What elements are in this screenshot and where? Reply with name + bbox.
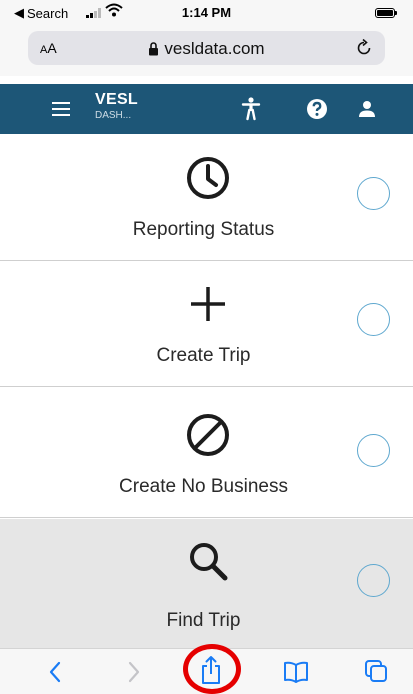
- brand[interactable]: VESL DASH...: [95, 91, 138, 121]
- find-trip-card[interactable]: Find Trip: [0, 519, 413, 648]
- plus-icon: [191, 287, 225, 321]
- card-radio-button[interactable]: [357, 177, 390, 210]
- card-label: Find Trip: [166, 610, 241, 631]
- create-trip-card[interactable]: Create Trip: [0, 262, 413, 387]
- brand-subtitle: DASH...: [95, 110, 132, 121]
- reporting-status-card[interactable]: Reporting Status: [0, 136, 413, 261]
- url-display[interactable]: vesldata.com: [28, 39, 385, 59]
- hamburger-menu-icon[interactable]: [52, 102, 70, 116]
- browser-address-area: AA vesldata.com: [0, 28, 413, 76]
- clock-icon: [187, 157, 229, 199]
- address-bar[interactable]: AA vesldata.com: [28, 31, 385, 65]
- card-radio-button[interactable]: [357, 303, 390, 336]
- status-bar: ◀ Search 1:14 PM: [0, 0, 413, 28]
- bookmarks-icon[interactable]: [283, 661, 309, 683]
- lock-icon: [149, 42, 159, 56]
- card-label: Create No Business: [119, 476, 288, 497]
- brand-title: VESL: [95, 91, 138, 108]
- accessibility-icon[interactable]: [241, 97, 261, 121]
- status-time: 1:14 PM: [181, 5, 232, 20]
- search-icon: [190, 543, 228, 581]
- user-account-icon[interactable]: [358, 100, 376, 118]
- browser-toolbar: [0, 648, 413, 694]
- create-no-business-card[interactable]: Create No Business: [0, 393, 413, 518]
- share-icon[interactable]: [200, 655, 222, 685]
- card-label: Create Trip: [156, 345, 251, 366]
- battery-icon: [375, 8, 397, 18]
- reload-icon[interactable]: [355, 38, 373, 58]
- card-label: Reporting Status: [132, 219, 275, 240]
- help-icon[interactable]: [306, 98, 328, 120]
- back-arrow-icon[interactable]: [48, 661, 62, 683]
- forward-arrow-icon[interactable]: [127, 661, 141, 683]
- url-text: vesldata.com: [164, 39, 265, 58]
- card-radio-button[interactable]: [357, 434, 390, 467]
- prohibited-icon: [187, 414, 229, 456]
- app-header: VESL DASH...: [0, 84, 413, 134]
- card-radio-button[interactable]: [357, 564, 390, 597]
- tabs-icon[interactable]: [364, 659, 388, 683]
